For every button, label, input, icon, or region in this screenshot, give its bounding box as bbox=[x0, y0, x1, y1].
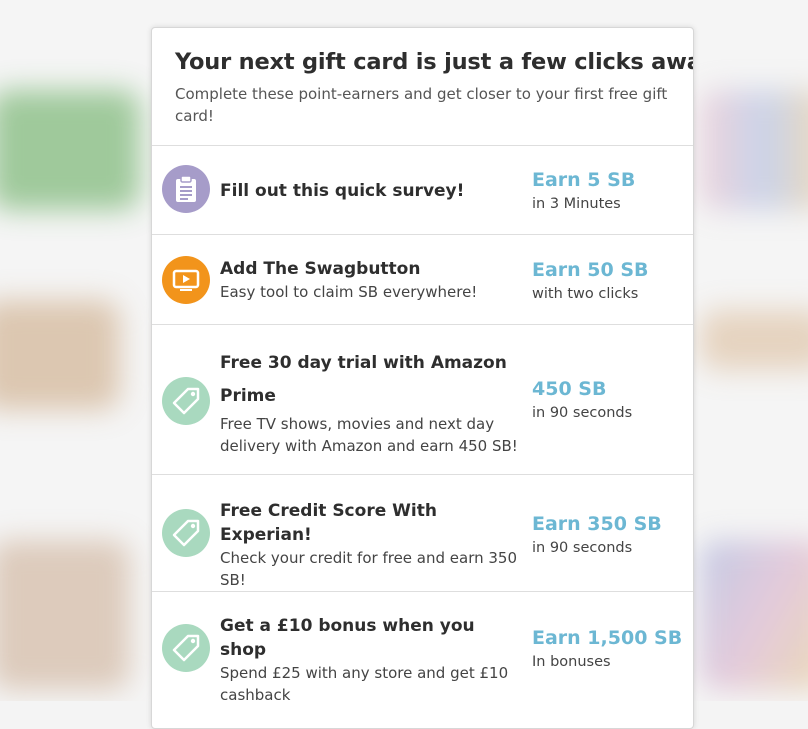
reward-timing: in 3 Minutes bbox=[532, 196, 621, 212]
offer-title: Add The Swagbutton bbox=[220, 259, 421, 279]
reward-timing: in 90 seconds bbox=[532, 540, 633, 556]
offer-description: Check your credit for free and earn 350 … bbox=[220, 549, 518, 589]
offer-description: Easy tool to claim SB everywhere! bbox=[220, 283, 478, 301]
offer-title: Fill out this quick survey! bbox=[220, 181, 465, 201]
tag-icon bbox=[162, 509, 210, 557]
offer-reward: Earn 50 SB with two clicks bbox=[532, 257, 692, 305]
offer-description: Spend £25 with any store and get £10 cas… bbox=[220, 664, 509, 704]
offer-survey[interactable]: Fill out this quick survey! Earn 5 SB in… bbox=[152, 146, 693, 235]
offer-text: Free 30 day trial with Amazon Prime Free… bbox=[220, 347, 522, 457]
offer-reward: Earn 5 SB in 3 Minutes bbox=[532, 167, 692, 215]
reward-amount: Earn 1,500 SB bbox=[532, 627, 683, 649]
offer-reward: 450 SB in 90 seconds bbox=[532, 376, 692, 424]
offer-swagbutton[interactable]: Add The Swagbutton Easy tool to claim SB… bbox=[152, 235, 693, 325]
offer-description: Free TV shows, movies and next day deliv… bbox=[220, 415, 518, 455]
offer-title: Get a £10 bonus when you shop bbox=[220, 616, 475, 660]
tag-icon bbox=[162, 624, 210, 672]
clipboard-icon bbox=[162, 165, 210, 213]
offer-reward: Earn 1,500 SB In bonuses bbox=[532, 625, 692, 673]
offer-text: Get a £10 bonus when you shop Spend £25 … bbox=[220, 614, 522, 706]
offer-title: Free Credit Score With Experian! bbox=[220, 501, 437, 545]
offer-amazon-prime[interactable]: Free 30 day trial with Amazon Prime Free… bbox=[152, 325, 693, 475]
reward-amount: Earn 50 SB bbox=[532, 259, 649, 281]
offer-text: Free Credit Score With Experian! Check y… bbox=[220, 499, 522, 591]
modal-header: Your next gift card is just a few clicks… bbox=[152, 28, 693, 146]
offers-modal: Your next gift card is just a few clicks… bbox=[151, 27, 694, 729]
reward-amount: Earn 5 SB bbox=[532, 169, 636, 191]
reward-timing: In bonuses bbox=[532, 654, 611, 670]
offer-shopping-bonus[interactable]: Get a £10 bonus when you shop Spend £25 … bbox=[152, 592, 693, 712]
offer-experian[interactable]: Free Credit Score With Experian! Check y… bbox=[152, 475, 693, 592]
offer-reward: Earn 350 SB in 90 seconds bbox=[532, 511, 692, 559]
reward-amount: 450 SB bbox=[532, 378, 607, 400]
video-screen-icon bbox=[162, 256, 210, 304]
reward-timing: in 90 seconds bbox=[532, 405, 633, 421]
tag-icon bbox=[162, 377, 210, 425]
reward-timing: with two clicks bbox=[532, 286, 639, 302]
offer-text: Fill out this quick survey! bbox=[220, 179, 522, 203]
modal-title: Your next gift card is just a few clicks… bbox=[175, 49, 694, 75]
offer-title: Free 30 day trial with Amazon Prime bbox=[220, 353, 507, 406]
offer-text: Add The Swagbutton Easy tool to claim SB… bbox=[220, 257, 522, 303]
reward-amount: Earn 350 SB bbox=[532, 513, 662, 535]
modal-subtitle: Complete these point-earners and get clo… bbox=[175, 85, 668, 125]
